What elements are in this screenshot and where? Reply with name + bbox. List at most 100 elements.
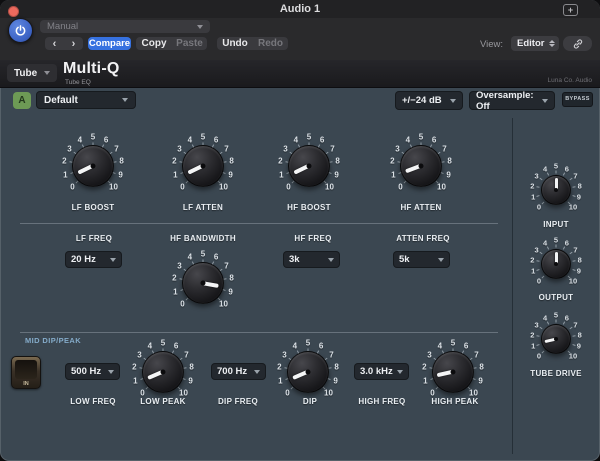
hf-freq-value: 3k bbox=[289, 254, 300, 265]
model-dropdown[interactable]: Tube bbox=[7, 64, 57, 82]
high-freq-label: HIGH FREQ bbox=[358, 397, 405, 406]
knob-scale-number: 10 bbox=[219, 299, 228, 308]
knob-scale-number: 8 bbox=[335, 157, 339, 166]
knob-scale-number: 6 bbox=[214, 136, 218, 145]
knob-scale-number: 6 bbox=[464, 342, 468, 351]
knob-tick bbox=[113, 172, 116, 174]
knob-scale-number: 1 bbox=[531, 342, 535, 351]
toolbar-preset-menu[interactable]: Manual bbox=[40, 20, 210, 33]
lf-freq-value: 20 Hz bbox=[71, 254, 96, 265]
high-peak-label: HIGH PEAK bbox=[431, 397, 478, 406]
knob-scale-number: 3 bbox=[137, 350, 141, 359]
knob-scale-number: 7 bbox=[474, 350, 478, 359]
knob-scale-number: 10 bbox=[179, 388, 188, 397]
paste-button[interactable]: Paste bbox=[172, 37, 207, 50]
hf-bandwidth-knob[interactable]: 012345678910 bbox=[165, 245, 241, 321]
lf-atten-knob[interactable]: 012345678910 bbox=[165, 128, 241, 204]
window-zoom-icon[interactable]: + bbox=[563, 4, 578, 16]
knob-scale-number: 6 bbox=[565, 238, 569, 247]
chevron-down-icon bbox=[110, 258, 116, 262]
knob-scale-number: 9 bbox=[228, 170, 232, 179]
output-knob[interactable]: 012345678910 bbox=[525, 233, 587, 295]
window-title: Audio 1 bbox=[0, 3, 600, 15]
knob-center-dot bbox=[306, 370, 311, 375]
knob-scale-number: 3 bbox=[534, 245, 538, 254]
mid-in-button[interactable]: IN bbox=[11, 356, 41, 389]
knob-scale-number: 5 bbox=[91, 133, 95, 142]
knob-scale-number: 9 bbox=[577, 267, 581, 276]
dip-freq-label: DIP FREQ bbox=[218, 397, 258, 406]
knob-scale-number: 8 bbox=[189, 363, 193, 372]
input-knob[interactable]: 012345678910 bbox=[525, 159, 587, 221]
power-icon bbox=[14, 24, 27, 37]
link-button[interactable] bbox=[563, 36, 592, 51]
high-freq-dropdown[interactable]: 3.0 kHz bbox=[354, 363, 409, 380]
hf-freq-dropdown[interactable]: 3k bbox=[283, 251, 340, 268]
copy-button[interactable]: Copy bbox=[136, 37, 172, 50]
dip-label: DIP bbox=[303, 397, 317, 406]
knob-scale-number: 7 bbox=[573, 171, 577, 180]
knob-scale-number: 0 bbox=[537, 351, 541, 360]
knob-scale-number: 4 bbox=[293, 342, 297, 351]
view-mode-dropdown[interactable]: Editor bbox=[511, 36, 559, 51]
redo-button[interactable]: Redo bbox=[253, 37, 288, 50]
knob-tick bbox=[224, 279, 227, 280]
copy-paste-group: Copy Paste bbox=[136, 37, 207, 50]
knob-scale-number: 6 bbox=[432, 136, 436, 145]
tube-drive-label: TUBE DRIVE bbox=[530, 369, 581, 378]
knob-scale-number: 6 bbox=[214, 253, 218, 262]
hf-atten-knob[interactable]: 012345678910 bbox=[383, 128, 459, 204]
compare-button[interactable]: Compare bbox=[88, 37, 131, 50]
tube-drive-knob[interactable]: 012345678910 bbox=[525, 308, 587, 370]
window-close-button[interactable] bbox=[8, 6, 19, 17]
setting-slot-badge[interactable]: A bbox=[13, 92, 31, 109]
knob-scale-number: 8 bbox=[578, 256, 582, 265]
knob-scale-number: 8 bbox=[119, 157, 123, 166]
atten-freq-dropdown[interactable]: 5k bbox=[393, 251, 450, 268]
knob-scale-number: 9 bbox=[118, 170, 122, 179]
knob-scale-number: 3 bbox=[534, 171, 538, 180]
knob-center-dot bbox=[554, 337, 558, 341]
atten-freq-value: 5k bbox=[399, 254, 410, 265]
knob-scale-number: 8 bbox=[479, 363, 483, 372]
knob-scale-number: 2 bbox=[278, 157, 282, 166]
knob-scale-number: 2 bbox=[530, 182, 534, 191]
previous-preset-button[interactable]: ‹ bbox=[45, 38, 64, 50]
knob-scale-number: 7 bbox=[330, 144, 334, 153]
lf-atten-label: LF ATTEN bbox=[183, 203, 223, 212]
knob-scale-number: 2 bbox=[172, 274, 176, 283]
knob-tick bbox=[540, 252, 543, 255]
knob-scale-number: 4 bbox=[148, 342, 152, 351]
dip-freq-dropdown[interactable]: 700 Hz bbox=[211, 363, 266, 380]
plugin-power-button[interactable] bbox=[8, 18, 33, 43]
knob-scale-number: 10 bbox=[325, 182, 334, 191]
knob-scale-number: 2 bbox=[132, 363, 136, 372]
next-preset-button[interactable]: › bbox=[64, 38, 83, 50]
lf-boost-label: LF BOOST bbox=[72, 203, 115, 212]
knob-center-dot bbox=[91, 164, 96, 169]
knob-scale-number: 0 bbox=[140, 388, 144, 397]
knob-scale-number: 0 bbox=[398, 182, 402, 191]
undo-button[interactable]: Undo bbox=[217, 37, 253, 50]
knob-tick bbox=[184, 368, 187, 369]
knob-scale-number: 8 bbox=[229, 274, 233, 283]
range-dropdown[interactable]: +/−24 dB bbox=[395, 91, 463, 110]
low-freq-dropdown[interactable]: 500 Hz bbox=[65, 363, 120, 380]
bypass-button[interactable]: BYPASS bbox=[562, 92, 593, 107]
preset-dropdown[interactable]: Default bbox=[36, 91, 136, 109]
knob-scale-number: 8 bbox=[447, 157, 451, 166]
knob-tick bbox=[546, 172, 548, 175]
knob-tick bbox=[540, 178, 543, 181]
knob-scale-number: 8 bbox=[334, 363, 338, 372]
chevron-down-icon bbox=[197, 25, 203, 29]
knob-tick bbox=[572, 269, 575, 271]
hf-boost-knob[interactable]: 012345678910 bbox=[271, 128, 347, 204]
knob-tick bbox=[536, 335, 539, 336]
lf-boost-knob[interactable]: 012345678910 bbox=[55, 128, 131, 204]
oversample-dropdown[interactable]: Oversample: Off bbox=[469, 91, 555, 110]
knob-tick bbox=[537, 269, 540, 271]
knob-tick bbox=[546, 246, 548, 249]
knob-scale-number: 9 bbox=[577, 342, 581, 351]
chevron-down-icon bbox=[450, 99, 456, 103]
lf-freq-dropdown[interactable]: 20 Hz bbox=[65, 251, 122, 268]
